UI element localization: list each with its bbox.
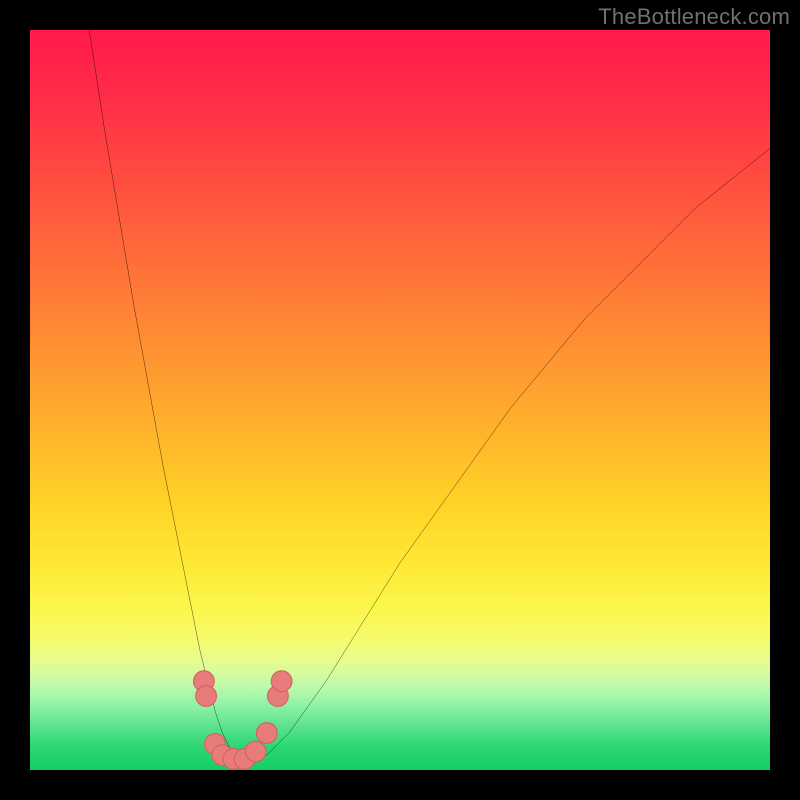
plot-area (30, 30, 770, 770)
bottleneck-curve (89, 30, 770, 763)
curve-marker (256, 723, 277, 744)
curve-marker (245, 741, 266, 762)
curve-marker (271, 671, 292, 692)
marker-group (194, 671, 292, 769)
curve-layer (30, 30, 770, 770)
chart-stage: TheBottleneck.com (0, 0, 800, 800)
watermark-text: TheBottleneck.com (598, 4, 790, 30)
curve-marker (196, 686, 217, 707)
